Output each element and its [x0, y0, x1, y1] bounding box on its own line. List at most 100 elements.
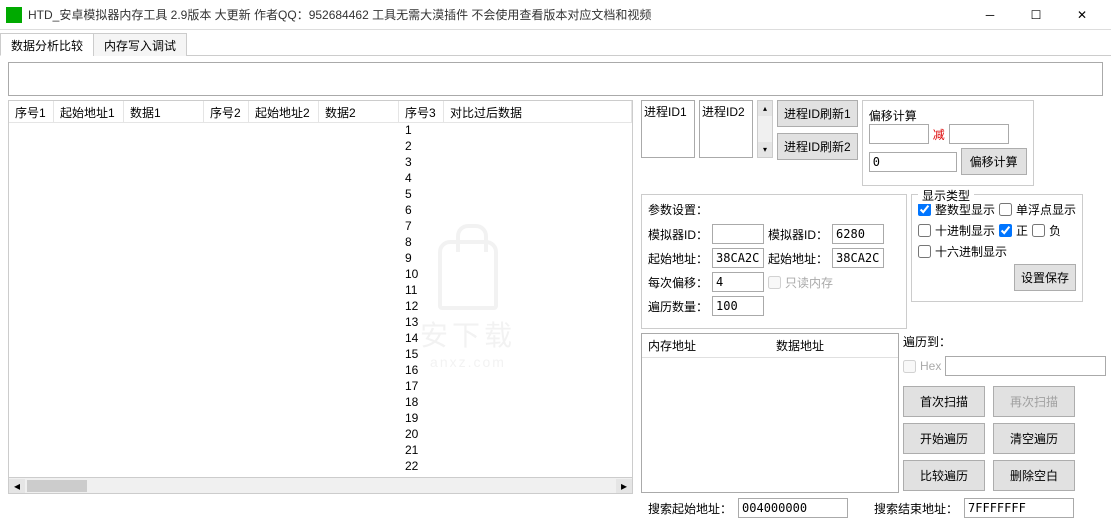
- col-data1[interactable]: 数据1: [124, 101, 204, 122]
- process-id2-box[interactable]: 进程ID2: [699, 100, 753, 158]
- refresh-pid1-button[interactable]: 进程ID刷新1: [777, 100, 858, 127]
- traverse-input[interactable]: [945, 356, 1106, 376]
- hex-checkbox[interactable]: [918, 245, 931, 258]
- table-row[interactable]: 7: [9, 219, 632, 235]
- table-row[interactable]: 1: [9, 123, 632, 139]
- delete-blank-button[interactable]: 删除空白: [993, 460, 1075, 491]
- col-addr1[interactable]: 起始地址1: [54, 101, 124, 122]
- search-end-input[interactable]: [964, 498, 1074, 518]
- addr-input-b[interactable]: [832, 248, 884, 268]
- search-end-label: 搜索结束地址：: [874, 500, 958, 517]
- scroll-left-icon[interactable]: ◂: [9, 479, 25, 493]
- col-seq1[interactable]: 序号1: [9, 101, 54, 122]
- process-id1-box[interactable]: 进程ID1: [641, 100, 695, 158]
- address-table[interactable]: 内存地址 数据地址: [641, 333, 899, 493]
- float-checkbox[interactable]: [999, 203, 1012, 216]
- first-scan-button[interactable]: 首次扫描: [903, 386, 985, 417]
- main-textbox[interactable]: [8, 62, 1103, 96]
- table-row[interactable]: 5: [9, 187, 632, 203]
- table-row[interactable]: 17: [9, 379, 632, 395]
- table-row[interactable]: 22: [9, 459, 632, 475]
- scroll-right-icon[interactable]: ▸: [616, 479, 632, 493]
- sim-id-input-a[interactable]: [712, 224, 764, 244]
- params-title: 参数设置：: [648, 201, 900, 218]
- pos-checkbox[interactable]: [999, 224, 1012, 237]
- traverse-title: 遍历到：: [903, 333, 1075, 350]
- offset-group: 偏移计算 减 偏移计算: [862, 100, 1034, 186]
- offset-result[interactable]: [869, 152, 957, 172]
- clear-traverse-button[interactable]: 清空遍历: [993, 423, 1075, 454]
- search-start-label: 搜索起始地址：: [648, 500, 732, 517]
- comparison-table[interactable]: 序号1 起始地址1 数据1 序号2 起始地址2 数据2 序号3 对比过后数据 1…: [8, 100, 633, 478]
- table-row[interactable]: 20: [9, 427, 632, 443]
- col-seq3[interactable]: 序号3: [399, 101, 444, 122]
- sim-id-input-b[interactable]: [832, 224, 884, 244]
- scroll-thumb[interactable]: [27, 480, 87, 492]
- offset-calc-button[interactable]: 偏移计算: [961, 148, 1027, 175]
- refresh-pid2-button[interactable]: 进程ID刷新2: [777, 133, 858, 160]
- horizontal-scrollbar[interactable]: ◂ ▸: [8, 478, 633, 494]
- count-label: 遍历数量：: [648, 298, 708, 315]
- readonly-checkbox[interactable]: [768, 276, 781, 289]
- minimize-button[interactable]: ─: [967, 0, 1013, 30]
- hex-mode-checkbox[interactable]: [903, 360, 916, 373]
- neg-checkbox[interactable]: [1032, 224, 1045, 237]
- addr-label-2: 起始地址：: [768, 250, 828, 267]
- rescan-button[interactable]: 再次扫描: [993, 386, 1075, 417]
- table-row[interactable]: 11: [9, 283, 632, 299]
- minus-label: 减: [933, 126, 945, 143]
- tab-bar: 数据分析比较 内存写入调试: [0, 32, 1111, 56]
- table-row[interactable]: 14: [9, 331, 632, 347]
- hex-mode-label: Hex: [920, 359, 941, 373]
- table-row[interactable]: 18: [9, 395, 632, 411]
- table-row[interactable]: 12: [9, 299, 632, 315]
- pid-scrollbar[interactable]: ▴ ▾: [757, 100, 773, 158]
- save-settings-button[interactable]: 设置保存: [1014, 264, 1076, 291]
- close-button[interactable]: ✕: [1059, 0, 1105, 30]
- table-row[interactable]: 8: [9, 235, 632, 251]
- table-row[interactable]: 15: [9, 347, 632, 363]
- start-traverse-button[interactable]: 开始遍历: [903, 423, 985, 454]
- offset-input-b[interactable]: [949, 124, 1009, 144]
- col-seq2[interactable]: 序号2: [204, 101, 249, 122]
- col-addr2[interactable]: 起始地址2: [249, 101, 319, 122]
- table-row[interactable]: 10: [9, 267, 632, 283]
- col-data2[interactable]: 数据2: [319, 101, 399, 122]
- count-input[interactable]: [712, 296, 764, 316]
- pos-label: 正: [1016, 222, 1028, 239]
- step-input[interactable]: [712, 272, 764, 292]
- display-type-title: 显示类型: [918, 187, 974, 204]
- tab-memory-write[interactable]: 内存写入调试: [93, 33, 187, 56]
- table-row[interactable]: 13: [9, 315, 632, 331]
- dec-label: 十进制显示: [935, 222, 995, 239]
- search-range-bar: 搜索起始地址： 搜索结束地址：: [648, 498, 1074, 518]
- neg-label: 负: [1049, 222, 1061, 239]
- dec-checkbox[interactable]: [918, 224, 931, 237]
- float-label: 单浮点显示: [1016, 201, 1076, 218]
- offset-input-a[interactable]: [869, 124, 929, 144]
- table-row[interactable]: 6: [9, 203, 632, 219]
- hex-label: 十六进制显示: [935, 243, 1007, 260]
- table-row[interactable]: 21: [9, 443, 632, 459]
- tab-data-analysis[interactable]: 数据分析比较: [0, 33, 94, 56]
- table-row[interactable]: 2: [9, 139, 632, 155]
- col-mem-addr[interactable]: 内存地址: [642, 334, 770, 357]
- table-row[interactable]: 3: [9, 155, 632, 171]
- table-row[interactable]: 9: [9, 251, 632, 267]
- int-checkbox[interactable]: [918, 203, 931, 216]
- table-row[interactable]: 4: [9, 171, 632, 187]
- compare-traverse-button[interactable]: 比较遍历: [903, 460, 985, 491]
- step-label: 每次偏移：: [648, 274, 708, 291]
- table-row[interactable]: 16: [9, 363, 632, 379]
- search-start-input[interactable]: [738, 498, 848, 518]
- app-icon: [6, 7, 22, 23]
- maximize-button[interactable]: ☐: [1013, 0, 1059, 30]
- col-data-addr[interactable]: 数据地址: [770, 334, 898, 357]
- window-title: HTD_安卓模拟器内存工具 2.9版本 大更新 作者QQ：952684462 工…: [28, 6, 967, 23]
- params-group: 参数设置： 模拟器ID： 模拟器ID： 起始地址： 起始地址： 每次偏移：: [641, 194, 907, 329]
- scroll-down-icon[interactable]: ▾: [758, 142, 772, 157]
- col-compared[interactable]: 对比过后数据: [444, 101, 632, 122]
- scroll-up-icon[interactable]: ▴: [758, 101, 772, 116]
- table-row[interactable]: 19: [9, 411, 632, 427]
- addr-input-a[interactable]: [712, 248, 764, 268]
